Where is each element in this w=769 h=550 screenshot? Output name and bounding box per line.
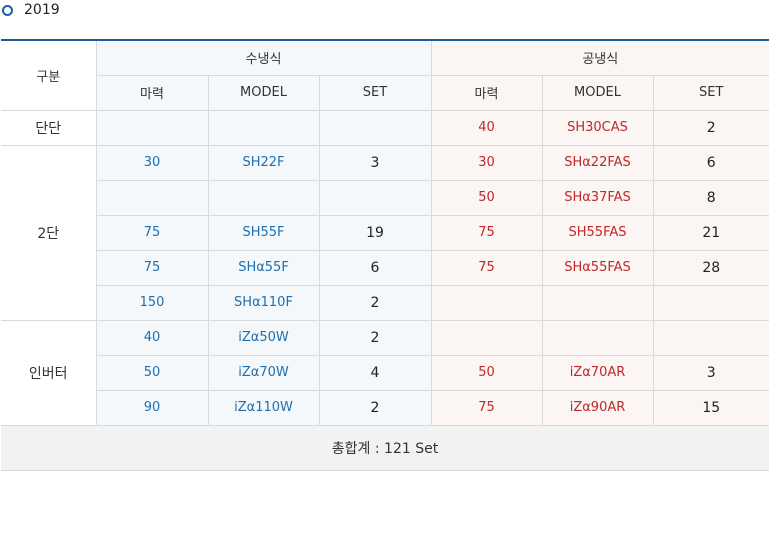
cell-set: 4: [318, 354, 432, 391]
cell-hp: 75: [430, 249, 543, 286]
cell-hp: 75: [430, 214, 543, 251]
cell-set: [652, 284, 769, 321]
cell-hp: [430, 319, 543, 356]
table-row: 50 iZα70W 4 50 iZα70AR 3: [1, 354, 769, 391]
cell-hp: 30: [430, 144, 543, 181]
cell-model: SHα37FAS: [541, 179, 654, 216]
cell-model: SHα110F: [207, 284, 320, 321]
cell-hp: 90: [96, 389, 209, 426]
cell-set: 15: [652, 389, 769, 426]
cell-set: [318, 109, 432, 146]
cell-model: iZα70AR: [541, 354, 654, 391]
year-label: 2019: [24, 2, 60, 18]
cell-hp: 50: [430, 354, 543, 391]
cell-set: 3: [652, 354, 769, 391]
cell-hp: [430, 284, 543, 321]
cell-hp: 40: [430, 109, 543, 146]
cell-set: 2: [652, 109, 769, 146]
table-row: 단단 40 SH30CAS 2: [1, 109, 769, 146]
cell-hp: 50: [430, 179, 543, 216]
cell-set: 6: [318, 249, 432, 286]
installation-table: 구분 수냉식 공냉식 마력 MODEL SET 마력 MODEL SET 단단 …: [1, 39, 769, 471]
subheader-set: SET: [318, 74, 432, 111]
cell-set: 28: [652, 249, 769, 286]
cell-model: SH30CAS: [541, 109, 654, 146]
header-air-cooled: 공냉식: [430, 39, 769, 76]
cell-set: 21: [652, 214, 769, 251]
cell-set: 2: [318, 284, 432, 321]
cell-model: [207, 179, 320, 216]
table-row: 75 SH55F 19 75 SH55FAS 21: [1, 214, 769, 251]
circle-bullet-icon: [2, 4, 13, 16]
table-row: 75 SHα55F 6 75 SHα55FAS 28: [1, 249, 769, 286]
subheader-model: MODEL: [541, 74, 654, 111]
cell-hp: [95, 109, 209, 146]
table-row: 2단 30 SH22F 3 30 SHα22FAS 6: [1, 144, 769, 321]
group-label: 단단: [1, 109, 97, 146]
cell-hp: 40: [95, 319, 209, 356]
cell-set: 6: [652, 144, 769, 181]
cell-hp: 150: [96, 284, 209, 321]
cell-model: SHα22FAS: [541, 144, 654, 181]
cell-set: 3: [318, 144, 432, 181]
cell-model: [541, 284, 654, 321]
cell-model: iZα70W: [207, 354, 320, 391]
cell-set: 2: [318, 389, 432, 426]
cell-set: [652, 319, 769, 356]
cell-set: 19: [318, 214, 432, 251]
subheader-model: MODEL: [207, 74, 320, 111]
subheader-set: SET: [652, 74, 769, 111]
section-heading: 2019: [2, 0, 60, 20]
header-gubun: 구분: [1, 39, 97, 111]
cell-model: SHα55F: [207, 249, 320, 286]
cell-hp: 30: [95, 144, 209, 181]
cell-hp: [96, 179, 209, 216]
cell-model: iZα50W: [207, 319, 320, 356]
table-row: 150 SHα110F 2: [1, 284, 769, 321]
cell-hp: 75: [96, 214, 209, 251]
header-water-cooled: 수냉식: [95, 39, 432, 76]
cell-hp: 50: [96, 354, 209, 391]
cell-model: SH55F: [207, 214, 320, 251]
cell-set: 2: [318, 319, 432, 356]
table-row: 90 iZα110W 2 75 iZα90AR 15: [1, 389, 769, 426]
group-label: 인버터: [1, 319, 97, 426]
cell-hp: 75: [96, 249, 209, 286]
cell-model: SH22F: [207, 144, 320, 181]
cell-model: iZα90AR: [541, 389, 654, 426]
subheader-hp: 마력: [96, 74, 209, 111]
cell-hp: 75: [430, 389, 543, 426]
cell-model: iZα110W: [207, 389, 320, 426]
table-row: 인버터 40 iZα50W 2: [1, 319, 769, 426]
cell-model: [207, 109, 320, 146]
cell-model: [541, 319, 654, 356]
cell-model: SH55FAS: [541, 214, 654, 251]
subheader-hp: 마력: [430, 74, 543, 111]
total-count: 총합계 : 121 Set: [1, 424, 769, 471]
table-row: 50 SHα37FAS 8: [1, 179, 769, 216]
cell-set: [318, 179, 432, 216]
total-row: 총합계 : 121 Set: [1, 424, 769, 471]
group-label: 2단: [1, 144, 97, 321]
cell-model: SHα55FAS: [541, 249, 654, 286]
cell-set: 8: [652, 179, 769, 216]
